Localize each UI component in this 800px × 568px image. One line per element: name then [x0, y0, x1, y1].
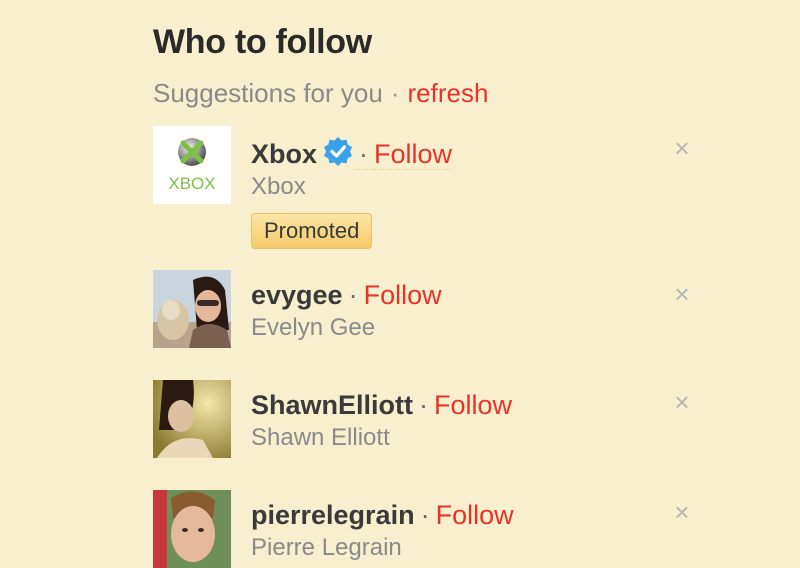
- full-name: Shawn Elliott: [251, 424, 390, 451]
- user-photo-icon: [153, 270, 231, 348]
- full-name: Xbox: [251, 173, 306, 200]
- handle-link[interactable]: evygee: [251, 280, 343, 310]
- name-line: Xbox · Follow: [251, 136, 651, 171]
- handle-link[interactable]: Xbox: [251, 139, 317, 169]
- verified-badge-icon: [324, 137, 353, 166]
- suggestion-info: evygee · Follow Evelyn Gee: [251, 270, 651, 344]
- follow-separator: ·: [420, 500, 430, 530]
- follow-separator: ·: [348, 280, 358, 310]
- handle-link[interactable]: ShawnElliott: [251, 390, 413, 420]
- follow-separator: ·: [419, 390, 428, 420]
- avatar[interactable]: XBOX: [153, 126, 231, 204]
- dismiss-icon[interactable]: ×: [670, 389, 694, 415]
- panel-subtitle: Suggestions for you · refresh: [153, 76, 713, 110]
- name-line: ShawnElliott · Follow: [251, 388, 651, 422]
- xbox-logo-icon: XBOX: [168, 138, 216, 193]
- promoted-badge: Promoted: [251, 213, 373, 249]
- user-photo-icon: [153, 380, 231, 458]
- full-name: Pierre Legrain: [251, 534, 402, 561]
- user-photo-icon: [153, 490, 231, 568]
- suggestion-info: pierrelegrain · Follow Pierre Legrain: [251, 490, 651, 564]
- refresh-link[interactable]: refresh: [407, 78, 488, 108]
- follow-button[interactable]: Follow: [374, 139, 453, 170]
- follow-button[interactable]: Follow: [434, 390, 512, 420]
- panel-title: Who to follow: [153, 23, 372, 61]
- avatar[interactable]: [153, 490, 231, 568]
- name-line: pierrelegrain · Follow: [251, 498, 651, 532]
- suggestion-info: ShawnElliott · Follow Shawn Elliott: [251, 380, 651, 454]
- subtitle-separator: ·: [390, 78, 400, 108]
- avatar[interactable]: [153, 270, 231, 348]
- who-to-follow-panel: Who to follow Suggestions for you · refres…: [153, 22, 713, 110]
- name-line: evygee · Follow: [251, 278, 651, 312]
- dismiss-icon[interactable]: ×: [670, 135, 694, 161]
- xbox-logo-text: XBOX: [168, 174, 215, 193]
- full-name: Evelyn Gee: [251, 314, 376, 341]
- dismiss-icon[interactable]: ×: [670, 281, 694, 307]
- avatar[interactable]: [153, 380, 231, 458]
- dismiss-icon[interactable]: ×: [670, 499, 694, 525]
- follow-button[interactable]: Follow: [364, 280, 442, 310]
- subtitle-text: Suggestions for you: [153, 78, 383, 108]
- follow-button[interactable]: Follow: [436, 500, 514, 530]
- follow-separator: ·: [353, 139, 375, 170]
- suggestion-info: Xbox · Follow Xbox Promoted: [251, 126, 651, 249]
- handle-link[interactable]: pierrelegrain: [251, 500, 415, 530]
